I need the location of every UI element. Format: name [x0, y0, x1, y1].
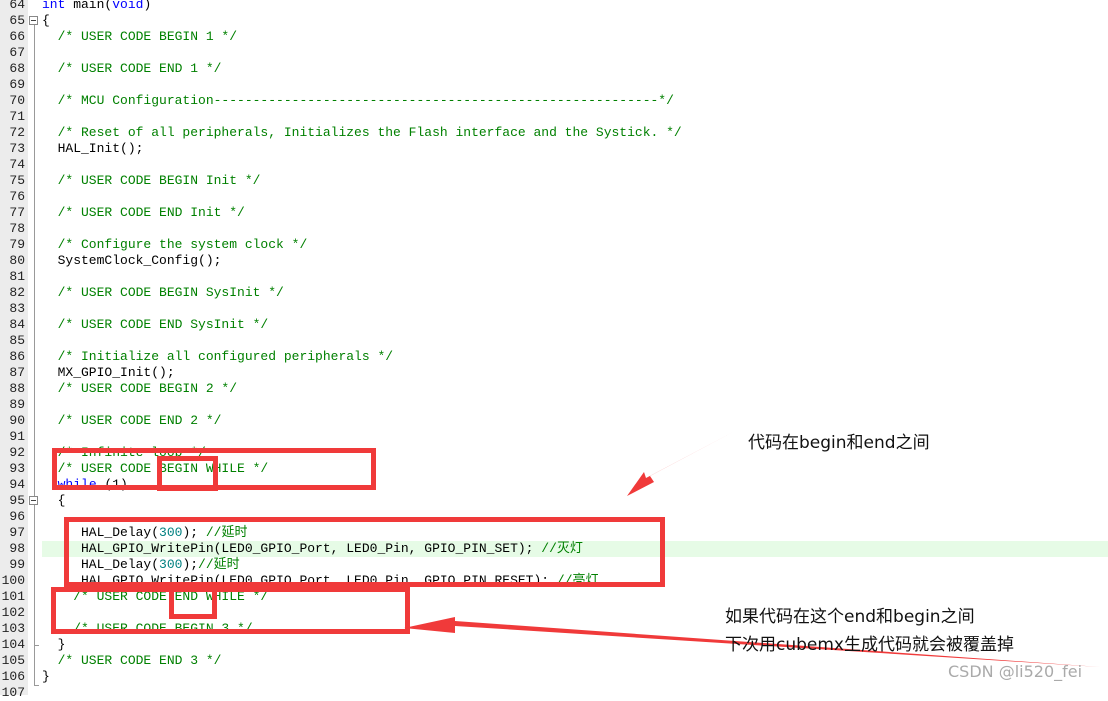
arrow-to-user-code: [627, 431, 735, 496]
watermark: CSDN @li520_fei: [948, 662, 1083, 681]
annotation-arrows: [404, 431, 1100, 667]
annotation-note-1: 代码在begin和end之间: [748, 433, 930, 453]
annotation-note-2-line-1: 如果代码在这个end和begin之间: [725, 607, 975, 627]
annotation-note-2-line-2: 下次用cubemx生成代码就会被覆盖掉: [725, 635, 1014, 655]
